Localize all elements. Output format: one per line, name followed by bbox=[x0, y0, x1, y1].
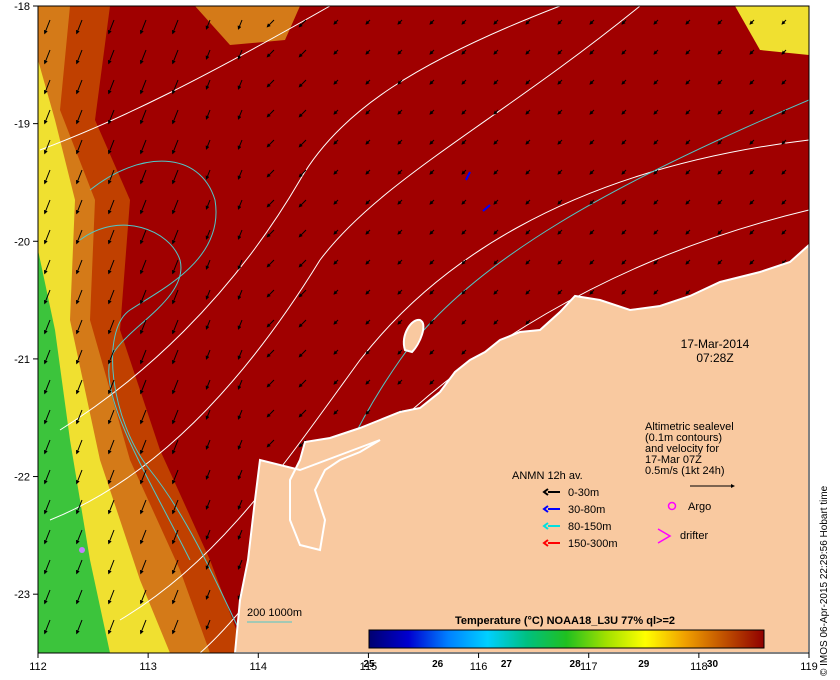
lon-tick-label: 114 bbox=[250, 661, 268, 673]
colorbar-tick-label: 27 bbox=[501, 659, 513, 670]
drifter-label: drifter bbox=[680, 530, 708, 542]
date-label: 17-Mar-2014 bbox=[681, 337, 750, 351]
colorbar-tick-label: 30 bbox=[707, 659, 719, 670]
colorbar-tick-label: 28 bbox=[570, 659, 582, 670]
colorbar-ramp bbox=[368, 629, 765, 649]
legend-item-label: 150-300m bbox=[568, 538, 618, 550]
credit-text: © IMOS 06-Apr-2015 22:29:56 Hobart time bbox=[819, 485, 830, 676]
lat-tick-label: -22 bbox=[14, 472, 30, 484]
anmn-legend-title: ANMN 12h av. bbox=[512, 470, 583, 482]
time-label: 07:28Z bbox=[696, 351, 733, 365]
longitude-axis: 112 113 114 115 116 117 118 119 bbox=[29, 653, 818, 673]
lon-tick-label: 119 bbox=[800, 661, 818, 673]
lat-tick-label: -23 bbox=[14, 589, 30, 601]
lon-tick-label: 117 bbox=[580, 661, 598, 673]
lat-tick-label: -21 bbox=[14, 354, 30, 366]
lat-tick-label: -20 bbox=[14, 236, 30, 248]
colorbar-tick-label: 26 bbox=[432, 659, 444, 670]
altimetry-line-5: 0.5m/s (1kt 24h) bbox=[645, 465, 724, 477]
colorbar-title: Temperature (°C) NOAA18_L3U 77% ql>=2 bbox=[455, 615, 675, 627]
lon-tick-label: 113 bbox=[139, 661, 157, 673]
legend-item-label: 0-30m bbox=[568, 487, 599, 499]
lon-tick-label: 116 bbox=[470, 661, 488, 673]
isobath-legend-label: 200 1000m bbox=[247, 607, 302, 619]
colorbar-tick-label: 25 bbox=[363, 659, 375, 670]
sst-map-figure: 112 113 114 115 116 117 118 119 -18-19-20-21-22… bbox=[14, 1, 830, 676]
argo-label: Argo bbox=[688, 501, 711, 513]
colorbar-tick-label: 29 bbox=[638, 659, 650, 670]
lon-tick-label: 112 bbox=[29, 661, 47, 673]
argo-float-marker bbox=[79, 547, 85, 553]
lon-tick-label: 118 bbox=[690, 661, 708, 673]
legend-item-label: 80-150m bbox=[568, 521, 611, 533]
lat-tick-label: -18 bbox=[14, 1, 30, 13]
lat-tick-label: -19 bbox=[14, 119, 30, 131]
legend-item-label: 30-80m bbox=[568, 504, 605, 516]
latitude-axis: -18 -19 -20 -21 -22 -23 bbox=[14, 1, 38, 601]
map-area[interactable] bbox=[38, 6, 809, 653]
